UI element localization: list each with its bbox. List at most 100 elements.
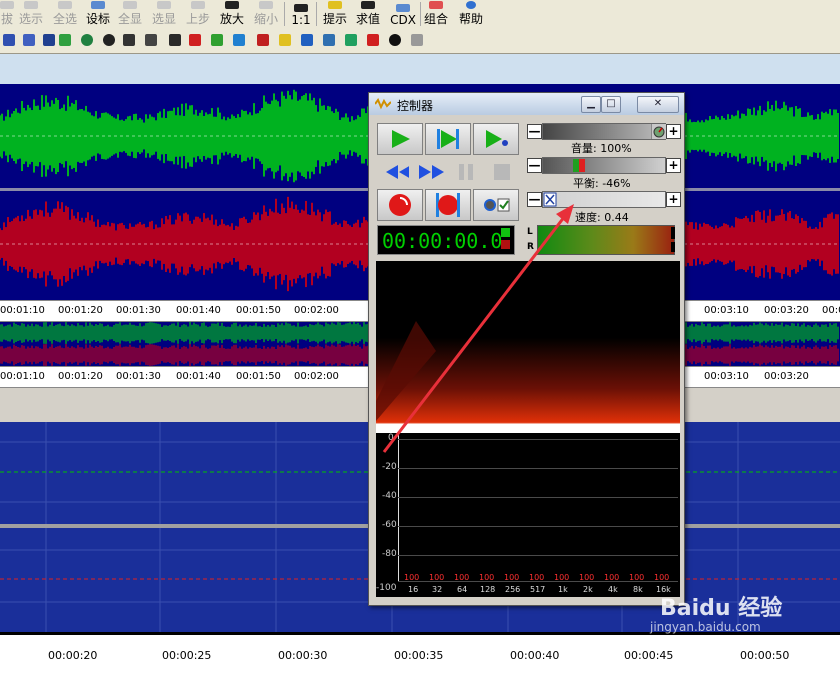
balance-slider-thumb[interactable] (572, 158, 586, 173)
effect-tool-12[interactable] (230, 31, 248, 49)
play-button[interactable] (377, 123, 423, 155)
effect-tool-19[interactable] (386, 31, 404, 49)
record-stop-button[interactable] (425, 189, 471, 221)
toolbar-button-select-show[interactable]: 选示 (16, 0, 46, 27)
effect-tool-17[interactable] (342, 31, 360, 49)
effect-icon (301, 34, 313, 46)
eq-band-value: 100 (479, 573, 495, 582)
effect-icon (189, 34, 201, 46)
volume-slider[interactable] (542, 123, 666, 140)
stop-icon (494, 164, 510, 180)
time-tick: 00:01:10 (0, 305, 45, 316)
effect-icon (279, 34, 291, 46)
controller-title: 控制器 (397, 99, 434, 113)
controller-window[interactable]: 控制器 ▁ □ ✕ — + 音量: 100% — + 平衡: -46% — + … (368, 92, 685, 606)
effect-tool-20[interactable] (408, 31, 426, 49)
eq-band-freq: 8k (633, 585, 643, 594)
volume-decrease-button[interactable]: — (527, 124, 542, 139)
speed-increase-button[interactable]: + (666, 192, 681, 207)
close-button[interactable]: ✕ (637, 96, 679, 113)
effect-tool-8[interactable] (142, 31, 160, 49)
balance-increase-button[interactable]: + (666, 158, 681, 173)
eq-band-value: 100 (579, 573, 595, 582)
eq-band-value: 100 (504, 573, 520, 582)
toolbar-button-previous[interactable]: 上步 (184, 0, 212, 27)
effect-tool-11[interactable] (208, 31, 226, 49)
fast-forward-button[interactable] (409, 157, 453, 187)
effect-tool-13[interactable] (254, 31, 272, 49)
eq-gridline (398, 555, 678, 556)
eq-gridline (398, 497, 678, 498)
effect-tool-1[interactable] (0, 31, 18, 49)
zoom-out-icon (259, 1, 273, 9)
effect-tool-9[interactable] (166, 31, 184, 49)
balance-slider[interactable] (542, 157, 666, 174)
play-from-cursor-button[interactable] (473, 123, 519, 155)
timeline-ruler-bottom[interactable]: 00:00:20 00:00:25 00:00:30 00:00:35 00:0… (0, 632, 840, 678)
effect-tool-18[interactable] (364, 31, 382, 49)
toolbar-button-show-all[interactable]: 全显 (116, 0, 144, 27)
toolbar-button-set-marker[interactable]: 设标 (84, 0, 112, 27)
effect-tool-10[interactable] (186, 31, 204, 49)
time-tick: 00:02:00 (294, 371, 339, 382)
help-icon (466, 1, 476, 9)
toolbar-button-one-to-one[interactable]: 1:1 (288, 0, 314, 27)
toolbar-button-evaluate[interactable]: 求值 (354, 0, 382, 27)
baidu-watermark-url: jingyan.baidu.com (650, 620, 761, 634)
balance-decrease-button[interactable]: — (527, 158, 542, 173)
zoom-all-icon (123, 1, 137, 9)
vu-meter (537, 225, 675, 255)
speed-slider[interactable] (542, 191, 666, 208)
effect-icon (145, 34, 157, 46)
volume-increase-button[interactable]: + (666, 124, 681, 139)
time-tick: 00:00:45 (624, 649, 674, 662)
speed-decrease-button[interactable]: — (527, 192, 542, 207)
volume-label: 音量: 100% (571, 142, 632, 155)
eq-gridline (398, 468, 678, 469)
toolbar-button-help[interactable]: 帮助 (456, 0, 486, 27)
effect-tool-15[interactable] (298, 31, 316, 49)
pause-icon (459, 164, 473, 180)
effect-tool-2[interactable] (20, 31, 38, 49)
toolbar-button-combine[interactable]: 组合 (422, 0, 450, 27)
time-tick: 00:00:25 (162, 649, 212, 662)
toolbar-button-cut[interactable]: 拔 (0, 0, 14, 27)
effect-tool-5[interactable] (78, 31, 96, 49)
toolbar-button-show-selection[interactable]: 选显 (150, 0, 178, 27)
track-header-strip (0, 54, 840, 84)
controller-title-bar[interactable]: 控制器 ▁ □ ✕ (369, 93, 684, 115)
eq-gridline (398, 439, 678, 440)
toolbar-button-zoom-out[interactable]: 缩小 (252, 0, 280, 27)
time-tick: 00:01:20 (58, 305, 103, 316)
effect-icon (389, 34, 401, 46)
main-toolbar: 拔 选示 全选 设标 全显 选显 上步 放大 缩小 1:1 提示 求值 CDX … (0, 0, 840, 29)
eq-band-value: 100 (604, 573, 620, 582)
toolbar-button-zoom-in[interactable]: 放大 (218, 0, 246, 27)
maximize-button[interactable]: □ (601, 96, 621, 113)
effect-tool-16[interactable] (320, 31, 338, 49)
eq-db-label: -40 (382, 491, 397, 501)
minimize-button[interactable]: ▁ (581, 96, 601, 113)
stop-button[interactable] (485, 157, 519, 187)
eq-gridline (398, 526, 678, 527)
effect-tool-6[interactable] (100, 31, 118, 49)
pause-button[interactable] (449, 157, 483, 187)
toolbar-button-select-all[interactable]: 全选 (50, 0, 80, 27)
effect-tool-14[interactable] (276, 31, 294, 49)
time-tick: 00:00:50 (740, 649, 790, 662)
effect-tool-4[interactable] (56, 31, 74, 49)
toolbar-button-cdx[interactable]: CDX (388, 0, 418, 27)
eq-band-value: 100 (429, 573, 445, 582)
eq-band-freq: 1k (558, 585, 568, 594)
combine-icon (429, 1, 443, 9)
time-tick: 00:03: (822, 305, 840, 316)
play-selection-button[interactable] (425, 123, 471, 155)
record-button[interactable] (377, 189, 423, 221)
speed-slider-thumb[interactable] (543, 192, 557, 207)
volume-slider-thumb[interactable] (651, 124, 666, 139)
record-options-button[interactable] (473, 189, 519, 221)
time-tick: 00:03:20 (764, 371, 809, 382)
effect-icon (211, 34, 223, 46)
effect-tool-7[interactable] (120, 31, 138, 49)
toolbar-button-hint[interactable]: 提示 (320, 0, 350, 27)
